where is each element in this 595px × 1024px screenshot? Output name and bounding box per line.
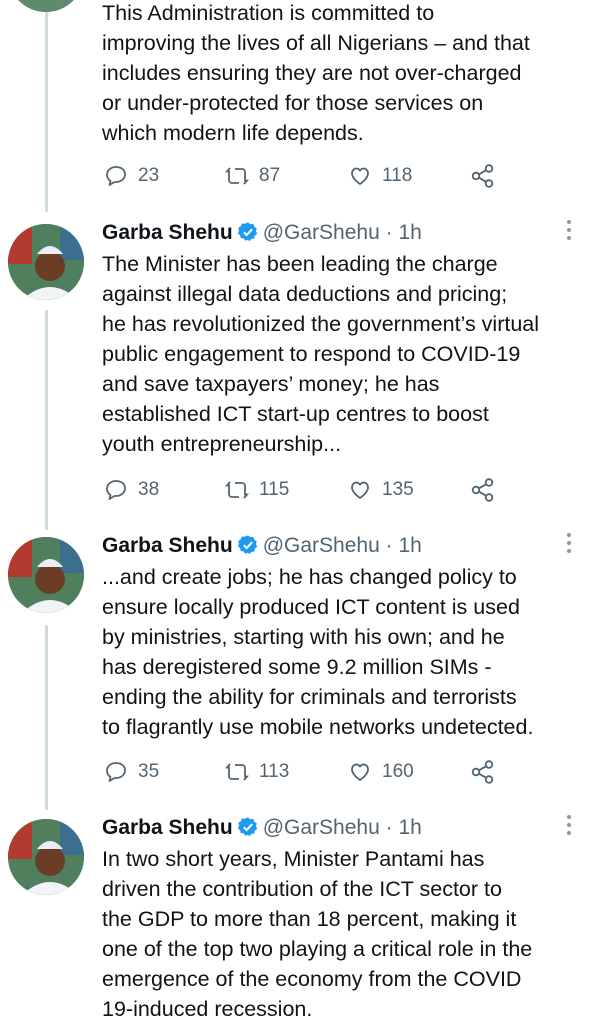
tweet-text: The Minister has been leading the charge… (102, 252, 540, 456)
timestamp[interactable]: 1h (398, 534, 421, 557)
author-name[interactable]: Garba Shehu (102, 221, 233, 244)
reply-count: 35 (138, 761, 160, 782)
thread-line (45, 0, 48, 212)
separator-dot: · (385, 221, 393, 244)
reply-button[interactable]: 23 (104, 161, 159, 191)
like-button[interactable]: 160 (348, 757, 414, 787)
tweet-header: Garba Shehu @GarShehu · 1h (102, 218, 422, 248)
tweet-header: Garba Shehu @GarShehu · 1h (102, 813, 422, 843)
like-count: 160 (382, 761, 414, 782)
author-handle[interactable]: @GarShehu (263, 534, 380, 557)
heart-icon (351, 763, 369, 781)
retweet-count: 115 (259, 479, 290, 500)
verified-badge-icon (237, 222, 257, 242)
verified-badge-icon (237, 535, 257, 555)
tweet-text: In two short years, Minister Pantami has… (102, 847, 533, 1021)
reply-icon (106, 480, 126, 500)
reply-icon (106, 166, 126, 186)
reply-icon (106, 762, 126, 782)
avatar[interactable] (8, 537, 84, 613)
timestamp[interactable]: 1h (398, 221, 421, 244)
reply-count: 23 (138, 165, 160, 186)
author-name[interactable]: Garba Shehu (102, 816, 233, 839)
share-icon[interactable] (470, 163, 496, 189)
more-options-icon[interactable] (565, 220, 573, 246)
share-icon[interactable] (470, 477, 496, 503)
tweet-text: ...and create jobs; he has changed polic… (102, 565, 534, 739)
author-handle[interactable]: @GarShehu (263, 221, 380, 244)
author-handle[interactable]: @GarShehu (263, 816, 380, 839)
more-options-icon[interactable] (565, 815, 573, 841)
reply-button[interactable]: 38 (104, 475, 159, 505)
tweet-actions: 35 113 160 (102, 757, 522, 787)
tweet-actions: 38 115 135 (102, 475, 522, 505)
verified-badge-icon (237, 817, 257, 837)
retweet-icon (225, 763, 249, 781)
like-count: 118 (382, 165, 413, 186)
like-button[interactable]: 135 (348, 475, 414, 505)
separator-dot: · (385, 816, 393, 839)
author-name[interactable]: Garba Shehu (102, 534, 233, 557)
retweet-button[interactable]: 87 (225, 161, 280, 191)
reply-count: 38 (138, 479, 160, 500)
retweet-icon (225, 481, 249, 499)
tweet-header: Garba Shehu @GarShehu · 1h (102, 531, 422, 561)
avatar[interactable] (8, 224, 84, 300)
like-button[interactable]: 118 (348, 161, 412, 191)
retweet-button[interactable]: 115 (225, 475, 289, 505)
tweet-actions: 23 87 118 (102, 161, 522, 191)
thread-line (45, 310, 48, 530)
like-count: 135 (382, 479, 414, 500)
retweet-icon (225, 167, 249, 185)
heart-icon (351, 481, 369, 499)
reply-button[interactable]: 35 (104, 757, 159, 787)
thread-line (45, 625, 48, 810)
retweet-button[interactable]: 113 (225, 757, 289, 787)
avatar[interactable] (8, 0, 84, 12)
retweet-count: 113 (259, 761, 290, 782)
heart-icon (351, 167, 369, 185)
timestamp[interactable]: 1h (398, 816, 421, 839)
share-icon[interactable] (470, 759, 496, 785)
tweet-text: This Administration is committed to impr… (102, 1, 530, 145)
retweet-count: 87 (259, 165, 281, 186)
separator-dot: · (385, 534, 393, 557)
more-options-icon[interactable] (565, 533, 573, 559)
avatar[interactable] (8, 819, 84, 895)
